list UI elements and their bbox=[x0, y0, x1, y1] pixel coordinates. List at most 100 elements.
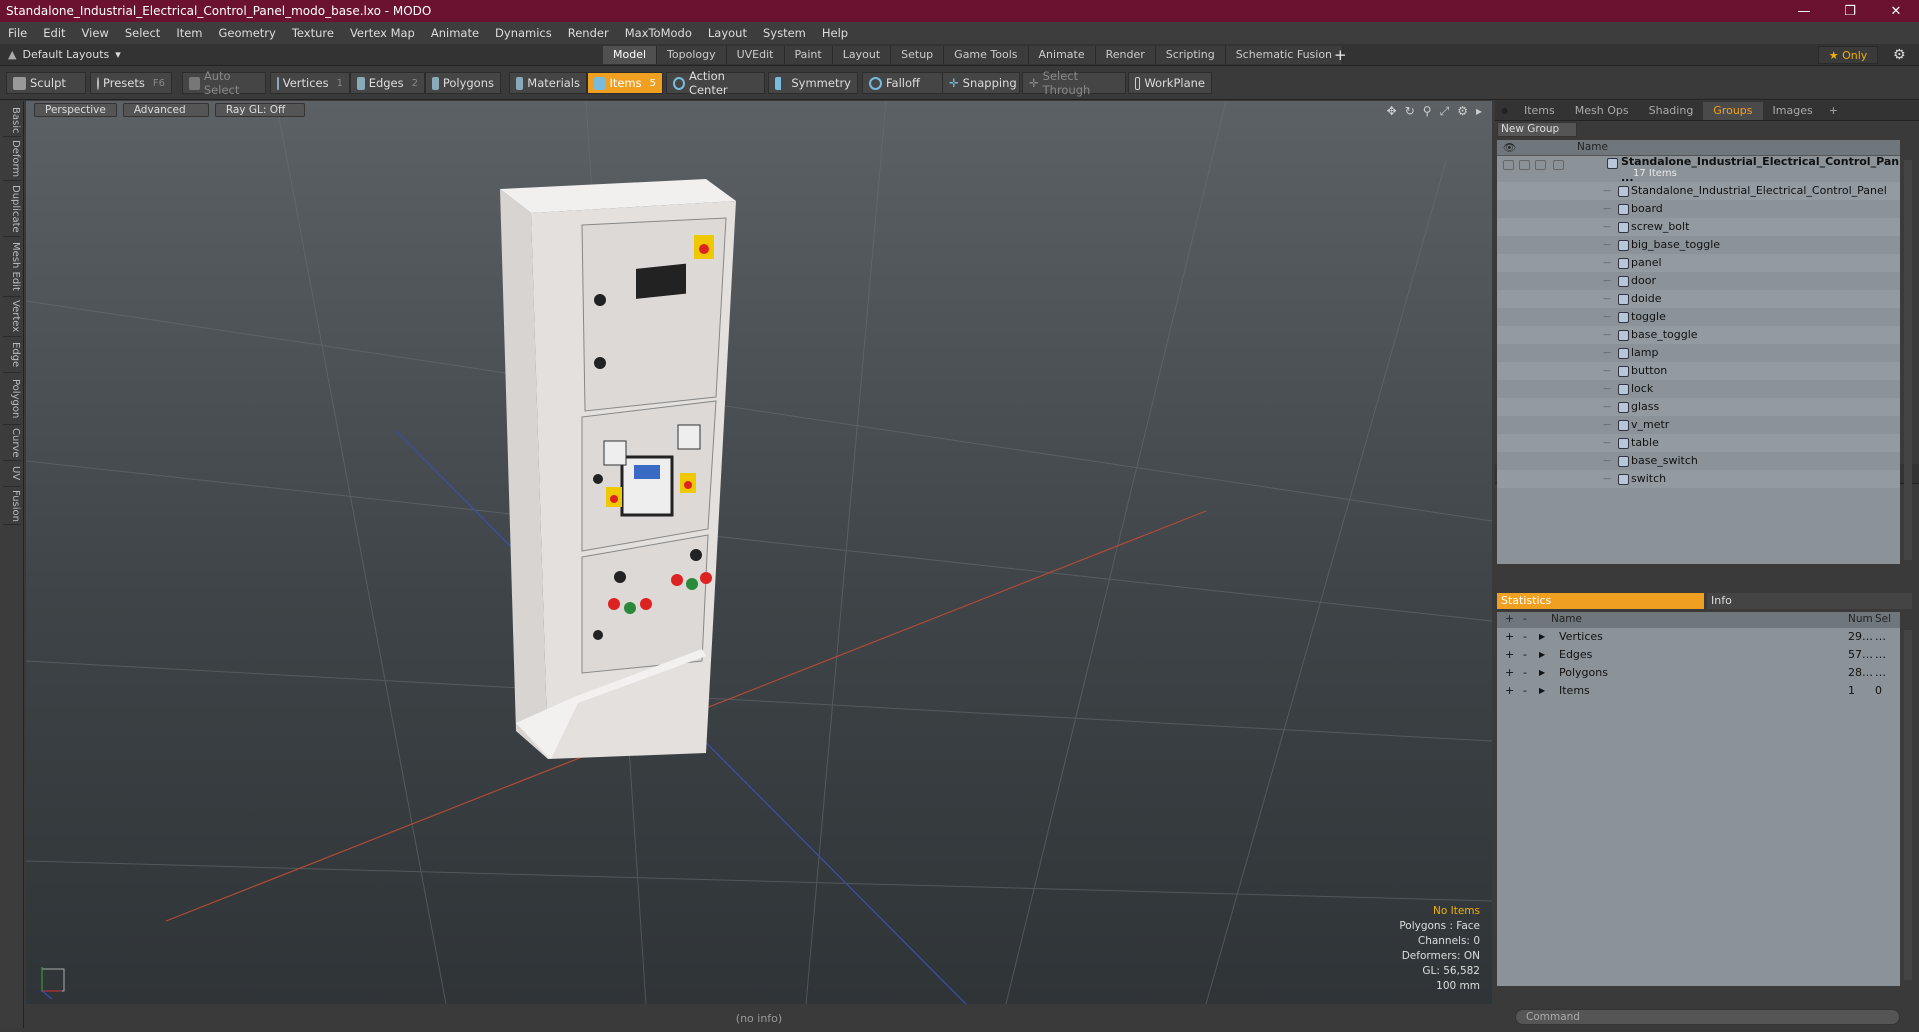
menu-dynamics[interactable]: Dynamics bbox=[487, 26, 560, 40]
menu-view[interactable]: View bbox=[74, 26, 117, 40]
info-tab[interactable]: Info bbox=[1707, 593, 1912, 609]
restore-button[interactable]: ❐ bbox=[1827, 0, 1873, 22]
auto-select-button[interactable]: Auto Select bbox=[182, 69, 266, 97]
items-button[interactable]: Items 5 bbox=[587, 72, 663, 94]
tab-setup[interactable]: Setup bbox=[891, 46, 945, 64]
tree-row[interactable]: — base_switch bbox=[1497, 452, 1900, 470]
tree-row[interactable]: — toggle bbox=[1497, 308, 1900, 326]
tab-paint[interactable]: Paint bbox=[784, 46, 833, 64]
menu-edit[interactable]: Edit bbox=[35, 26, 73, 40]
presets-button[interactable]: Presets F6 bbox=[90, 72, 172, 94]
tree-row[interactable]: — big_base_toggle bbox=[1497, 236, 1900, 254]
tree-row[interactable]: — lock bbox=[1497, 380, 1900, 398]
minimize-button[interactable]: — bbox=[1781, 0, 1827, 22]
workplane-button[interactable]: WorkPlane bbox=[1128, 72, 1212, 94]
tab-topology[interactable]: Topology bbox=[657, 46, 727, 64]
tree-row[interactable]: — table bbox=[1497, 434, 1900, 452]
tree-row[interactable]: — board bbox=[1497, 200, 1900, 218]
viewport-menu-icon[interactable]: ▸ bbox=[1476, 104, 1482, 119]
stats-row[interactable]: + - ▶ Items 1 0 bbox=[1497, 682, 1900, 700]
stats-row[interactable]: + - ▶ Vertices 29…… bbox=[1497, 628, 1900, 646]
left-tab-curve[interactable]: Curve bbox=[3, 425, 21, 461]
menu-select[interactable]: Select bbox=[117, 26, 168, 40]
perspective-button[interactable]: Perspective bbox=[34, 103, 117, 117]
left-tab-duplicate[interactable]: Duplicate bbox=[3, 181, 21, 237]
command-input[interactable]: Command bbox=[1515, 1009, 1900, 1025]
polygons-button[interactable]: Polygons bbox=[425, 72, 501, 94]
expand-icon[interactable]: + bbox=[1505, 664, 1514, 682]
tree-row[interactable]: — v_metr bbox=[1497, 416, 1900, 434]
advanced-button[interactable]: Advanced bbox=[122, 103, 209, 117]
menu-system[interactable]: System bbox=[755, 26, 814, 40]
menu-item[interactable]: Item bbox=[168, 26, 210, 40]
left-tab-fusion[interactable]: Fusion bbox=[3, 487, 21, 525]
tree-row[interactable]: — button bbox=[1497, 362, 1900, 380]
collapse-all-icon[interactable]: - bbox=[1523, 613, 1527, 625]
zoom-view-icon[interactable]: ⚲ bbox=[1423, 104, 1432, 119]
collapse-icon[interactable]: - bbox=[1523, 646, 1527, 664]
falloff-button[interactable]: Falloff bbox=[862, 72, 946, 94]
chevron-right-icon[interactable]: ▶ bbox=[1539, 682, 1545, 700]
action-center-button[interactable]: Action Center bbox=[666, 69, 765, 97]
symmetry-button[interactable]: Symmetry bbox=[768, 72, 858, 94]
tree-row[interactable]: — doide bbox=[1497, 290, 1900, 308]
tree-row[interactable]: — door bbox=[1497, 272, 1900, 290]
menu-file[interactable]: File bbox=[0, 26, 35, 40]
chevron-right-icon[interactable]: ▶ bbox=[1539, 664, 1545, 682]
stats-row[interactable]: + - ▶ Edges 57…… bbox=[1497, 646, 1900, 664]
tab-schematic-fusion[interactable]: Schematic Fusion bbox=[1225, 46, 1344, 64]
select-toggle-icon[interactable] bbox=[1553, 160, 1564, 170]
close-button[interactable]: ✕ bbox=[1873, 0, 1919, 22]
menu-vertex-map[interactable]: Vertex Map bbox=[342, 26, 423, 40]
tab-game-tools[interactable]: Game Tools bbox=[944, 46, 1029, 64]
vertices-button[interactable]: Vertices 1 bbox=[270, 72, 350, 94]
tab-model[interactable]: Model bbox=[603, 46, 658, 64]
fit-view-icon[interactable]: ⤢ bbox=[1440, 104, 1450, 119]
groups-scrollbar[interactable] bbox=[1904, 160, 1912, 560]
tree-row[interactable]: — lamp bbox=[1497, 344, 1900, 362]
collapse-icon[interactable]: - bbox=[1523, 664, 1527, 682]
tab-scripting[interactable]: Scripting bbox=[1155, 46, 1226, 64]
tab-animate[interactable]: Animate bbox=[1028, 46, 1096, 64]
groups-tab-mesh-ops[interactable]: Mesh Ops bbox=[1565, 102, 1639, 120]
left-tab-deform[interactable]: Deform bbox=[3, 137, 21, 181]
tree-row[interactable]: — glass bbox=[1497, 398, 1900, 416]
raygl-button[interactable]: Ray GL: Off bbox=[214, 103, 305, 117]
expand-all-icon[interactable]: + bbox=[1505, 613, 1514, 625]
collapse-icon[interactable]: - bbox=[1523, 682, 1527, 700]
only-button[interactable]: ★ Only bbox=[1818, 46, 1878, 64]
viewport-settings-icon[interactable]: ⚙ bbox=[1457, 104, 1468, 119]
menu-maxtomodo[interactable]: MaxToModo bbox=[617, 26, 700, 40]
menu-help[interactable]: Help bbox=[814, 26, 856, 40]
left-tab-basic[interactable]: Basic bbox=[3, 105, 21, 137]
3d-viewport[interactable]: Perspective Advanced Ray GL: Off ✥ ↻ ⚲ ⤢… bbox=[26, 101, 1492, 1004]
layouts-dropdown[interactable]: ▲ Default Layouts ▾ bbox=[8, 48, 121, 61]
groups-tab-images[interactable]: Images bbox=[1763, 102, 1823, 120]
rotate-view-icon[interactable]: ↻ bbox=[1405, 104, 1415, 119]
snapping-button[interactable]: ✛ Snapping bbox=[942, 72, 1020, 94]
left-tab-vertex[interactable]: Vertex bbox=[3, 297, 21, 337]
left-tab-mesh-edit[interactable]: Mesh Edit bbox=[3, 237, 21, 297]
tree-row[interactable]: — switch bbox=[1497, 470, 1900, 488]
add-tab-button[interactable]: + bbox=[1334, 46, 1347, 64]
sculpt-button[interactable]: Sculpt bbox=[6, 72, 86, 94]
left-tab-polygon[interactable]: Polygon bbox=[3, 373, 21, 425]
menu-render[interactable]: Render bbox=[560, 26, 617, 40]
new-group-button[interactable]: New Group bbox=[1497, 122, 1577, 137]
add-panel-tab-icon[interactable]: + bbox=[1829, 104, 1838, 117]
tree-row[interactable]: — Standalone_Industrial_Electrical_Contro… bbox=[1497, 182, 1900, 200]
tree-root-row[interactable]: Standalone_Industrial_Electrical_Control… bbox=[1497, 155, 1900, 184]
menu-geometry[interactable]: Geometry bbox=[211, 26, 284, 40]
groups-tab-groups[interactable]: Groups bbox=[1703, 101, 1763, 120]
visibility-toggle-icon[interactable] bbox=[1503, 160, 1514, 170]
left-tab-edge[interactable]: Edge bbox=[3, 337, 21, 373]
left-tab-uv[interactable]: UV bbox=[3, 461, 21, 487]
tab-render[interactable]: Render bbox=[1095, 46, 1156, 64]
groups-tab-shading[interactable]: Shading bbox=[1639, 102, 1704, 120]
move-view-icon[interactable]: ✥ bbox=[1387, 104, 1397, 119]
chevron-right-icon[interactable]: ▶ bbox=[1539, 646, 1545, 664]
chevron-right-icon[interactable]: ▶ bbox=[1539, 628, 1545, 646]
render-toggle-icon[interactable] bbox=[1519, 160, 1530, 170]
lock-toggle-icon[interactable] bbox=[1535, 160, 1546, 170]
materials-button[interactable]: Materials bbox=[509, 72, 587, 94]
